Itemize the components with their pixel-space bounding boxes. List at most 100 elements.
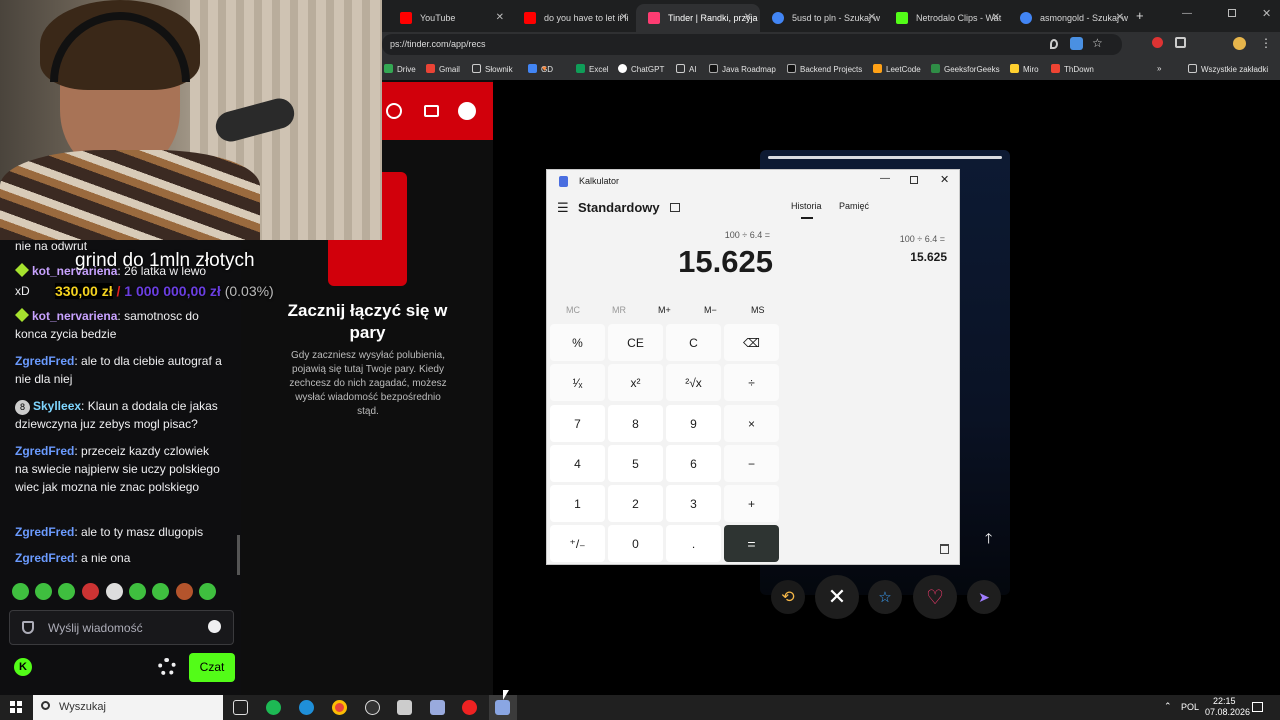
emote-icon[interactable] (152, 583, 169, 600)
shield-icon[interactable] (458, 102, 476, 120)
trash-icon[interactable] (940, 544, 949, 554)
emote-icon[interactable] (176, 583, 193, 600)
chat-send-button[interactable]: Czat (189, 653, 235, 682)
tab-youtube[interactable]: YouTube ✕ (388, 4, 512, 32)
all-bookmarks[interactable]: Wszystkie zakładki (1188, 64, 1268, 74)
digit-5-button[interactable]: 5 (608, 445, 663, 482)
close-tab-icon[interactable]: ✕ (496, 12, 504, 23)
digit-9-button[interactable]: 9 (666, 405, 721, 442)
emoji-icon[interactable] (208, 620, 221, 633)
hamburger-menu-icon[interactable]: ☰ (557, 200, 569, 216)
negate-button[interactable]: ⁺/₋ (550, 525, 605, 562)
taskbar-search[interactable]: Wyszukaj (33, 695, 223, 720)
chat-input[interactable]: Wyślij wiadomość (9, 610, 234, 645)
square-button[interactable]: x² (608, 364, 663, 401)
recorder-icon[interactable] (462, 700, 477, 715)
digit-3-button[interactable]: 3 (666, 485, 721, 522)
bookmark-backend[interactable]: Backend Projects (787, 64, 862, 74)
extension-icon[interactable] (1152, 37, 1163, 48)
divide-button[interactable]: ÷ (724, 364, 779, 401)
tab-search[interactable]: 5usd to pln - Szukaj w ✕ (760, 4, 884, 32)
profile-avatar[interactable] (1233, 37, 1246, 50)
digit-7-button[interactable]: 7 (550, 405, 605, 442)
scroll-up-icon[interactable]: 🡑 (985, 528, 992, 552)
keep-on-top-icon[interactable] (670, 203, 680, 212)
reciprocal-button[interactable]: ¹⁄ₓ (550, 364, 605, 401)
clock-time[interactable]: 22:15 (1213, 696, 1236, 706)
tab-kick[interactable]: Netrodalo Clips - Wat ✕ (884, 4, 1008, 32)
puzzle-icon[interactable] (1175, 37, 1186, 48)
memory-recall-button[interactable]: MR (612, 305, 626, 315)
bookmark-gfg[interactable]: GeeksforGeeks (931, 64, 1000, 74)
memory-store-button[interactable]: MS (751, 305, 765, 315)
tab-memory[interactable]: Pamięć (839, 201, 869, 211)
explore-icon[interactable] (386, 103, 402, 119)
bookmark-miro[interactable]: Miro (1010, 64, 1039, 74)
chat-username[interactable]: ZgredFred (15, 444, 74, 458)
windows-start-icon[interactable] (10, 701, 22, 713)
chat-username[interactable]: ZgredFred (15, 551, 74, 565)
emote-icon[interactable] (12, 583, 29, 600)
like-button[interactable]: ♡ (913, 575, 957, 619)
minimize-icon[interactable]: — (1182, 8, 1192, 19)
emote-icon[interactable] (58, 583, 75, 600)
emote-icon[interactable] (82, 583, 99, 600)
superlike-button[interactable]: ☆ (868, 580, 902, 614)
close-tab-icon[interactable]: ✕ (1116, 12, 1124, 23)
location-icon[interactable] (1050, 39, 1058, 49)
notes-icon[interactable] (430, 700, 445, 715)
kick-logo-icon[interactable]: K (14, 658, 32, 676)
bookmark-slownik[interactable]: Słownik (472, 64, 513, 74)
tab-tinder[interactable]: Tinder | Randki, przyja ✕ (636, 4, 760, 32)
bookmark-gmail[interactable]: Gmail (426, 64, 460, 74)
digit-8-button[interactable]: 8 (608, 405, 663, 442)
address-bar[interactable]: ps://tinder.com/app/recs (382, 34, 1122, 55)
digit-0-button[interactable]: 0 (608, 525, 663, 562)
notification-icon[interactable] (1252, 702, 1263, 712)
gear-icon[interactable] (158, 658, 176, 676)
bookmark-leetcode[interactable]: LeetCode (873, 64, 921, 74)
bookmark-gd[interactable]: GD (528, 64, 553, 74)
translate-icon[interactable] (1070, 37, 1083, 50)
chrome-icon[interactable] (332, 700, 347, 715)
equals-button[interactable]: = (724, 525, 779, 562)
boost-button[interactable]: ➤ (967, 580, 1001, 614)
obs-icon[interactable] (365, 700, 380, 715)
bookmark-ai[interactable]: AI (676, 64, 697, 74)
digit-1-button[interactable]: 1 (550, 485, 605, 522)
task-view-icon[interactable] (233, 700, 248, 715)
decimal-button[interactable]: . (666, 525, 721, 562)
close-tab-icon[interactable]: ✕ (744, 12, 752, 23)
menu-kebab-icon[interactable]: ⋮ (1260, 36, 1272, 50)
emote-icon[interactable] (106, 583, 123, 600)
add-button[interactable]: + (724, 485, 779, 522)
bookmark-excel[interactable]: Excel (576, 64, 609, 74)
close-icon[interactable]: ✕ (940, 173, 949, 186)
memory-subtract-button[interactable]: M− (704, 305, 717, 315)
close-window-icon[interactable]: ✕ (1262, 7, 1271, 20)
bookmark-drive[interactable]: Drive (384, 64, 416, 74)
briefcase-icon[interactable] (424, 105, 439, 117)
clear-button[interactable]: C (666, 324, 721, 361)
subtract-button[interactable]: − (724, 445, 779, 482)
history-result[interactable]: 15.625 (910, 250, 947, 264)
app-icon[interactable] (397, 700, 412, 715)
emote-icon[interactable] (129, 583, 146, 600)
maximize-icon[interactable] (1228, 9, 1236, 17)
backspace-button[interactable]: ⌫ (724, 324, 779, 361)
memory-clear-button[interactable]: MC (566, 305, 580, 315)
tab-history[interactable]: Historia (791, 201, 822, 211)
minimize-icon[interactable]: — (880, 173, 890, 184)
clear-entry-button[interactable]: CE (608, 324, 663, 361)
digit-2-button[interactable]: 2 (608, 485, 663, 522)
tab-song[interactable]: do you have to let it li ✕ (512, 4, 636, 32)
chat-scrollbar[interactable] (237, 535, 240, 575)
language-indicator[interactable]: POL (1181, 702, 1199, 712)
sqrt-button[interactable]: ²√x (666, 364, 721, 401)
close-tab-icon[interactable]: ✕ (992, 12, 1000, 23)
chat-username[interactable]: Skylleex (33, 399, 81, 413)
new-tab-button[interactable]: + (1136, 8, 1144, 23)
clock-date[interactable]: 07.08.2026 (1205, 707, 1250, 717)
close-tab-icon[interactable]: ✕ (868, 12, 876, 23)
tray-chevron-icon[interactable]: ⌃ (1164, 701, 1172, 712)
